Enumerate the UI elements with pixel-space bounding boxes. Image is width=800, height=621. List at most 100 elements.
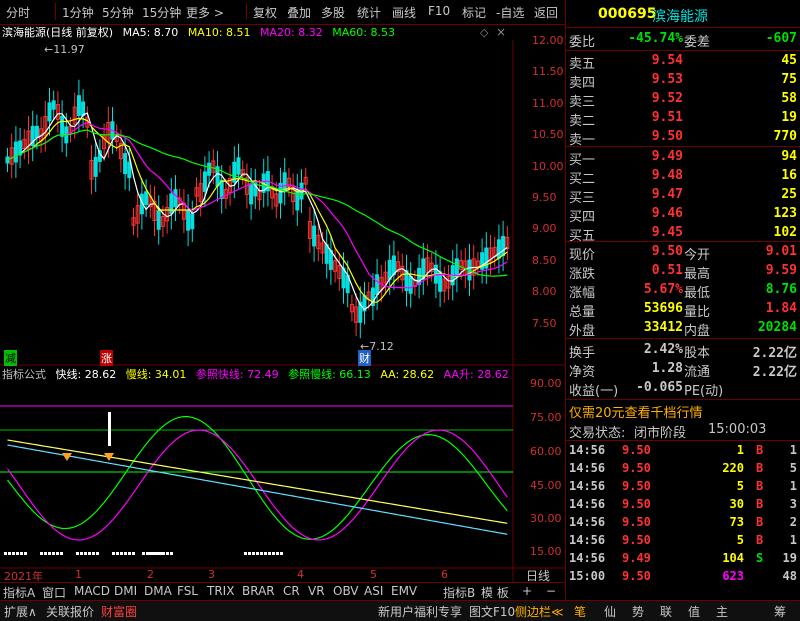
chips-button[interactable]: 筹 — [774, 603, 786, 620]
quote-row[interactable]: 买三 9.47 25 — [566, 185, 800, 206]
quote-label: PE(动) — [684, 384, 724, 399]
tick-side: S — [756, 551, 764, 565]
bottom-tick — [128, 552, 131, 555]
back-button[interactable]: 返回 — [534, 4, 558, 21]
tab-vr[interactable]: VR — [308, 584, 325, 598]
jian-badge[interactable]: 减 — [4, 350, 17, 366]
bottom-tick — [12, 552, 15, 555]
trade-status-row: 交易状态: 闭市阶段 15:00:03 — [566, 420, 800, 441]
bottom-tick — [158, 552, 161, 555]
quote-row[interactable]: 卖五 9.54 45 — [566, 51, 800, 72]
price-tick: 8.50 — [532, 253, 557, 267]
tick-row: 14:56 9.50 220 B 5 — [566, 460, 800, 478]
trend-button[interactable]: 势 — [632, 603, 644, 620]
indicator-name[interactable]: 指标公式 — [2, 368, 46, 381]
tab-emv[interactable]: EMV — [391, 584, 417, 598]
quote-row[interactable]: 买一 9.49 94 — [566, 147, 800, 168]
diamond-icon[interactable]: ◇ — [480, 26, 488, 39]
quote-panel: 000695 滨海能源 委比 -45.74% 委差 -607 卖五 9.54 45 卖… — [565, 0, 800, 600]
tab-15min[interactable]: 15分钟 — [142, 4, 181, 21]
tab-1min[interactable]: 1分钟 — [62, 4, 94, 21]
row-price: 9.52 — [651, 91, 683, 106]
tab-dma[interactable]: DMA — [144, 584, 172, 598]
draw-line-button[interactable]: 画线 — [392, 4, 416, 21]
pen-button[interactable]: 笔 — [574, 603, 586, 620]
cai-badge[interactable]: 财 — [358, 350, 371, 366]
close-icon[interactable]: × — [496, 25, 506, 39]
indicator-legend: 指标公式 快线: 28.62 慢线: 34.01 参照快线: 72.49 参照慢… — [2, 366, 515, 382]
statistics-button[interactable]: 统计 — [357, 4, 381, 21]
row-volume: 94 — [781, 149, 797, 164]
month-label: 2 — [147, 568, 154, 581]
restore-rights-button[interactable]: 复权 — [253, 4, 277, 21]
zhang-badge[interactable]: 涨 — [100, 350, 113, 366]
tick-vol: 220 — [722, 461, 744, 475]
multi-stock-button[interactable]: 多股 — [321, 4, 345, 21]
ma5-label: MA5: 8.70 — [122, 26, 179, 39]
quote-row[interactable]: 卖一 9.50 770 — [566, 127, 800, 148]
link-button[interactable]: 联 — [660, 603, 672, 620]
tab-5min[interactable]: 5分钟 — [102, 4, 134, 21]
row-price: 9.54 — [651, 53, 683, 68]
bottom-tick — [56, 552, 59, 555]
quote-row[interactable]: 买二 9.48 16 — [566, 166, 800, 187]
tab-asi[interactable]: ASI — [364, 584, 383, 598]
candle-body — [186, 209, 191, 231]
add-button[interactable]: + — [522, 584, 532, 598]
expand-button[interactable]: 扩展∧ — [4, 603, 37, 620]
quote-row[interactable]: 卖三 9.52 58 — [566, 89, 800, 110]
bottom-tick — [4, 552, 7, 555]
tab-indicator-b[interactable]: 指标B — [443, 584, 475, 601]
promo-link[interactable]: 新用户福利专享 — [378, 603, 462, 620]
stock-name: 滨海能源 — [652, 9, 708, 25]
quote-value: 9.50 — [651, 244, 683, 259]
remove-button[interactable]: − — [546, 584, 556, 598]
tab-cr[interactable]: CR — [283, 584, 300, 598]
tab-brar[interactable]: BRAR — [242, 584, 275, 598]
candle-body — [282, 172, 287, 192]
f10-button[interactable]: F10 — [428, 4, 450, 18]
f10-link[interactable]: 图文F10 — [469, 603, 515, 620]
tick-n: 19 — [782, 551, 797, 565]
quote-row[interactable]: 买四 9.46 123 — [566, 204, 800, 225]
related-quote-link[interactable]: 关联报价 — [46, 603, 94, 620]
quote-value: 33412 — [643, 320, 683, 335]
fast-line-label: 快线: 28.62 — [55, 368, 117, 381]
tab-macd[interactable]: MACD — [74, 584, 110, 598]
tab-obv[interactable]: OBV — [333, 584, 359, 598]
toolbar-divider — [55, 3, 56, 20]
value-button[interactable]: 值 — [688, 603, 700, 620]
immortal-button[interactable]: 仙 — [604, 603, 616, 620]
mark-button[interactable]: 标记 — [462, 4, 486, 21]
overlay-button[interactable]: 叠加 — [287, 4, 311, 21]
fast-line — [7, 444, 508, 535]
self-select-button[interactable]: -自选 — [496, 4, 524, 21]
sidebar-toggle[interactable]: 侧边栏≪ — [515, 603, 564, 620]
tab-indicator-a[interactable]: 指标A — [3, 584, 35, 601]
tick-price: 9.50 — [622, 479, 651, 493]
bottom-tick — [264, 552, 267, 555]
tab-window[interactable]: 窗口 — [42, 584, 66, 601]
quote-value: 53696 — [643, 301, 683, 316]
promo-row[interactable]: 仅需20元查看千档行情 — [566, 400, 800, 421]
indicator-tick: 90.00 — [530, 377, 562, 390]
tab-template[interactable]: 模 板 — [481, 584, 509, 601]
bottom-tick — [252, 552, 255, 555]
tab-trix[interactable]: TRIX — [207, 584, 234, 598]
row-volume: 102 — [773, 225, 797, 240]
promo-text[interactable]: 仅需20元查看千档行情 — [569, 402, 703, 421]
tab-dmi[interactable]: DMI — [114, 584, 137, 598]
candle-body — [60, 115, 65, 137]
divider — [566, 338, 800, 339]
main-button[interactable]: 主 — [716, 603, 728, 620]
candle-body — [47, 102, 52, 122]
tab-timeshare[interactable]: 分时 — [6, 4, 30, 21]
quote-row[interactable]: 卖二 9.51 19 — [566, 108, 800, 129]
wealth-circle-link[interactable]: 财富圈 — [101, 603, 137, 620]
weibi-value: -45.74% — [628, 31, 683, 46]
quote-row[interactable]: 卖四 9.53 75 — [566, 70, 800, 91]
tab-fsl[interactable]: FSL — [177, 584, 198, 598]
more-menu[interactable]: 更多 > — [186, 4, 224, 21]
bottom-tick — [166, 552, 169, 555]
bottom-tick — [76, 552, 79, 555]
